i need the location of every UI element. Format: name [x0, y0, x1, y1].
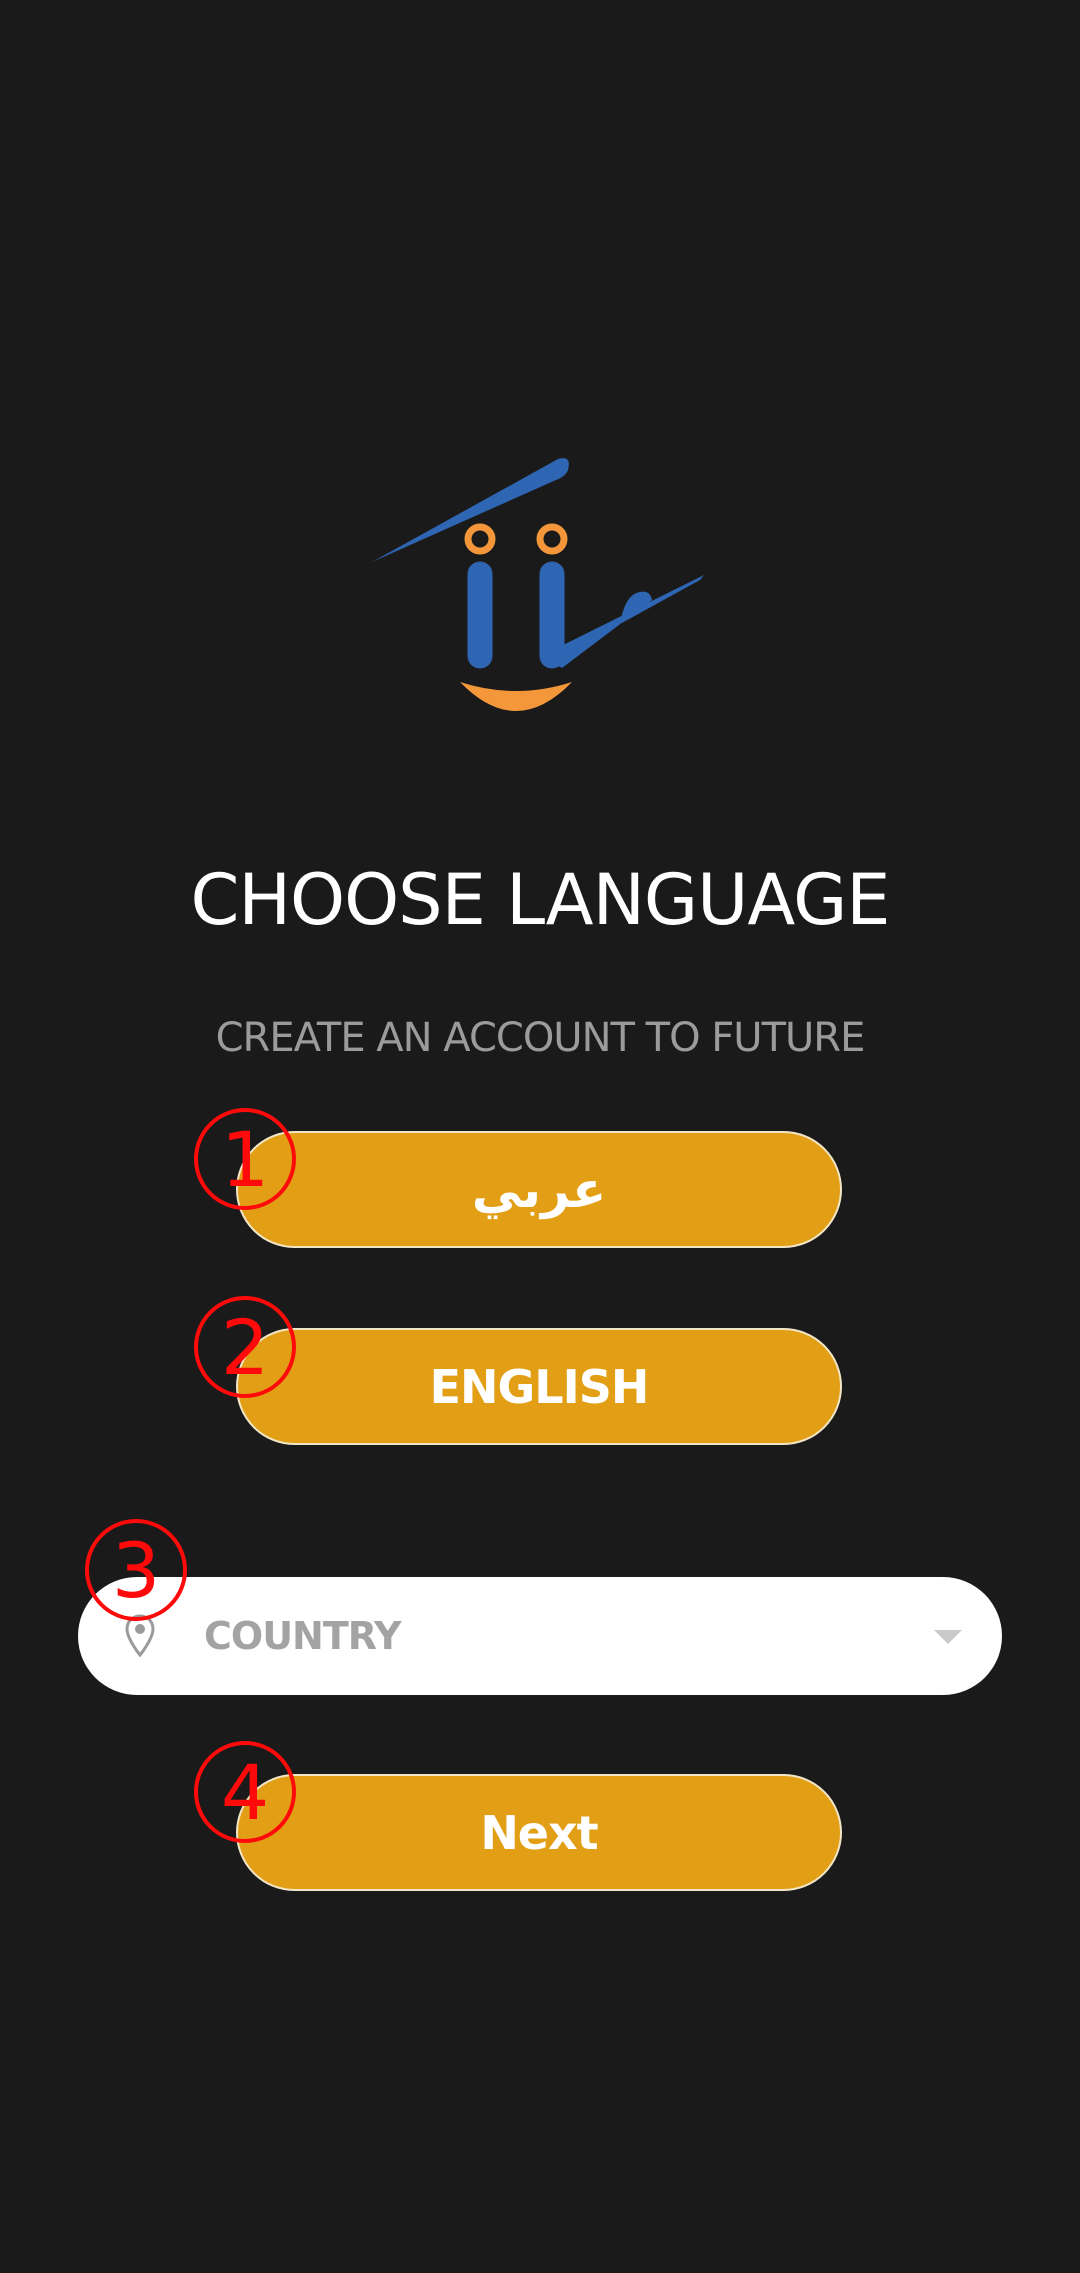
page-subtitle: CREATE AN ACCOUNT TO FUTURE — [215, 1015, 866, 1061]
next-button[interactable]: Next — [236, 1774, 842, 1891]
english-language-button[interactable]: ENGLISH — [236, 1328, 842, 1445]
next-button-label: Next — [480, 1805, 598, 1860]
app-logo-icon — [372, 458, 704, 711]
location-pin-icon — [125, 1614, 155, 1658]
country-dropdown[interactable]: COUNTRY — [78, 1577, 1002, 1695]
country-dropdown-label: COUNTRY — [204, 1614, 401, 1658]
arabic-language-label: عربي — [471, 1160, 608, 1219]
arabic-language-button[interactable]: عربي — [236, 1131, 842, 1248]
caret-down-icon[interactable] — [934, 1630, 962, 1644]
page-title: CHOOSE LANGUAGE — [190, 859, 890, 941]
english-language-label: ENGLISH — [429, 1359, 650, 1414]
